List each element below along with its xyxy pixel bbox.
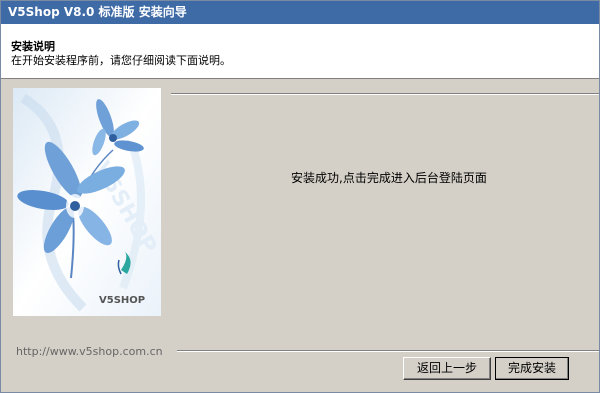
finish-button[interactable]: 完成安装	[495, 357, 569, 380]
side-image-panel: V5SHOP V5SHOP	[13, 88, 161, 316]
separator-top	[171, 93, 599, 95]
success-message: 安装成功,点击完成进入后台登陆页面	[291, 171, 487, 185]
window-title: V5Shop V8.0 标准版 安装向导	[8, 5, 187, 19]
back-button[interactable]: 返回上一步	[403, 357, 491, 380]
title-bar[interactable]: V5Shop V8.0 标准版 安装向导	[1, 1, 599, 24]
orchid-image: V5SHOP V5SHOP	[13, 88, 161, 316]
separator-bottom	[177, 350, 599, 352]
website-url: http://www.v5shop.com.cn	[16, 345, 163, 358]
installer-window: V5Shop V8.0 标准版 安装向导 安装说明 在开始安装程序前，请您仔细阅…	[0, 0, 600, 393]
header-panel: 安装说明 在开始安装程序前，请您仔细阅读下面说明。	[1, 24, 599, 79]
header-subtitle: 在开始安装程序前，请您仔细阅读下面说明。	[11, 54, 231, 67]
v5shop-logo-text: V5SHOP	[99, 295, 145, 306]
header-title: 安装说明	[11, 40, 55, 53]
